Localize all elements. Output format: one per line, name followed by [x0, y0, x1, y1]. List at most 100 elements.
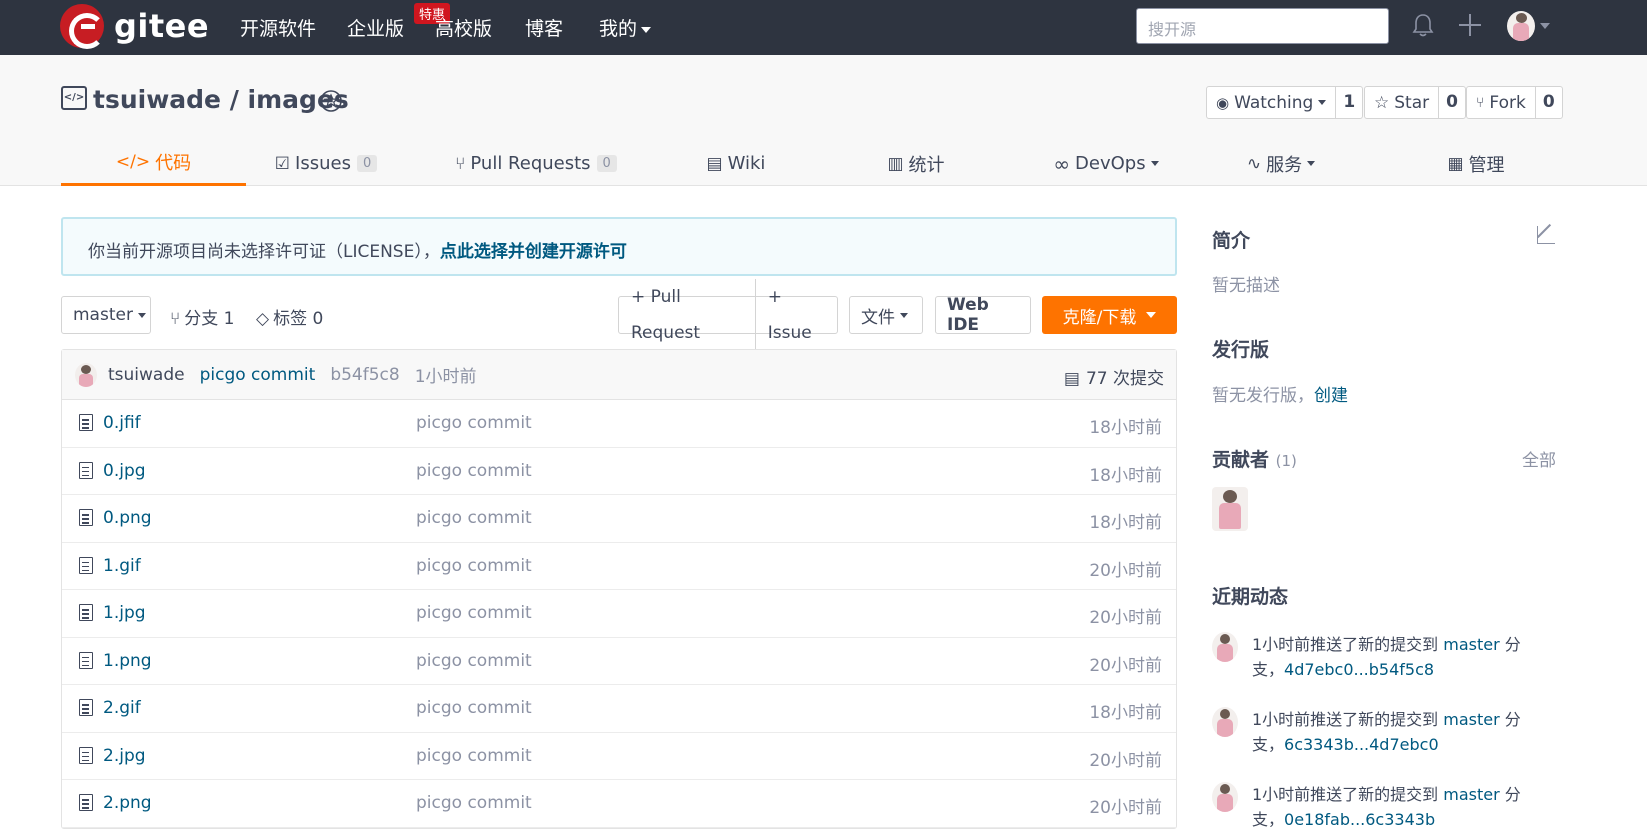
branches-label: 分支 1: [184, 309, 235, 329]
file-row[interactable]: 0.jpg picgo commit 18小时前: [62, 448, 1176, 495]
file-name[interactable]: 2.png: [103, 793, 152, 813]
file-name[interactable]: 0.jpg: [103, 461, 146, 481]
activity-commit-range-link[interactable]: 4d7ebc0...b54f5c8: [1284, 660, 1434, 679]
file-name[interactable]: 2.jpg: [103, 746, 146, 766]
file-icon: [79, 604, 93, 621]
file-row[interactable]: 2.gif picgo commit 18小时前: [62, 685, 1176, 733]
new-pull-request-button[interactable]: + Pull Request: [619, 279, 756, 351]
watch-button-group[interactable]: ◉ Watching 1: [1206, 86, 1364, 119]
author-avatar[interactable]: [75, 362, 97, 387]
plus-icon[interactable]: [1459, 14, 1481, 36]
tab-pull-requests[interactable]: ⑂ Pull Requests 0: [451, 141, 621, 186]
commit-author[interactable]: tsuiwade: [108, 365, 185, 385]
tab-stats[interactable]: ▥ 统计: [861, 141, 971, 186]
activity-branch-link[interactable]: master: [1443, 785, 1499, 804]
file-menu-button[interactable]: 文件: [849, 296, 923, 334]
activity-branch-link[interactable]: master: [1443, 710, 1499, 729]
file-commit-message[interactable]: picgo commit: [416, 461, 532, 481]
nav-open-source[interactable]: 开源软件: [240, 14, 316, 41]
create-license-link[interactable]: 点此选择并创建开源许可: [440, 242, 627, 262]
fork-count[interactable]: 0: [1534, 87, 1562, 118]
file-row[interactable]: 1.jpg picgo commit 20小时前: [62, 590, 1176, 638]
star-button-group[interactable]: ☆ Star 0: [1364, 86, 1466, 119]
tab-issues[interactable]: ☑ Issues 0: [251, 141, 401, 186]
tags-link[interactable]: ◇ 标签 0: [256, 304, 323, 329]
file-commit-message[interactable]: picgo commit: [416, 698, 532, 718]
file-row[interactable]: 0.png picgo commit 18小时前: [62, 495, 1176, 543]
branches-link[interactable]: ⑂ 分支 1: [170, 304, 234, 329]
activity-commit-range-link[interactable]: 0e18fab...6c3343b: [1284, 810, 1435, 829]
pulse-icon: ∿: [1246, 153, 1262, 174]
activity-avatar[interactable]: [1212, 782, 1238, 812]
file-icon: [79, 699, 93, 716]
file-commit-message[interactable]: picgo commit: [416, 508, 532, 528]
activity-avatar[interactable]: [1212, 632, 1238, 662]
file-row[interactable]: 1.gif picgo commit 20小时前: [62, 543, 1176, 590]
file-name[interactable]: 1.jpg: [103, 603, 146, 623]
tab-services[interactable]: ∿ 服务: [1226, 141, 1336, 186]
nav-blog[interactable]: 博客: [525, 14, 563, 41]
nav-enterprise[interactable]: 企业版: [347, 14, 404, 41]
commit-message[interactable]: picgo commit: [200, 365, 316, 385]
file-icon: [79, 461, 93, 479]
file-commit-message[interactable]: picgo commit: [416, 556, 532, 576]
star-count[interactable]: 0: [1438, 87, 1465, 118]
gitee-logo-icon: [60, 4, 105, 49]
repo-title[interactable]: tsuiwade / images: [93, 85, 349, 114]
tab-devops[interactable]: ∞ DevOps: [1031, 141, 1181, 186]
file-name[interactable]: 1.png: [103, 651, 152, 671]
tab-wiki[interactable]: ▤ Wiki: [681, 141, 791, 186]
file-name[interactable]: 0.png: [103, 508, 152, 528]
file-commit-time: 18小时前: [1089, 513, 1162, 533]
bell-icon[interactable]: [1412, 13, 1434, 37]
file-row[interactable]: 0.jfif picgo commit 18小时前: [62, 400, 1176, 448]
tab-code-label: 代码: [155, 153, 192, 174]
file-name[interactable]: 1.gif: [103, 556, 141, 576]
activity-branch-link[interactable]: master: [1443, 635, 1499, 654]
file-commit-time: 18小时前: [1089, 703, 1162, 723]
chevron-down-icon: [1307, 161, 1316, 166]
file-name[interactable]: 0.jfif: [103, 413, 141, 433]
file-commit-message[interactable]: picgo commit: [416, 651, 532, 671]
activity-title: 近期动态: [1212, 586, 1289, 608]
tag-icon: ◇: [256, 309, 270, 329]
activity-avatar[interactable]: [1212, 707, 1238, 737]
commit-sha[interactable]: b54f5c8: [330, 365, 399, 385]
file-commit-time: 20小时前: [1089, 655, 1162, 676]
eye-icon: ◉: [1216, 93, 1230, 112]
file-commit-message[interactable]: picgo commit: [416, 746, 532, 766]
contributors-all-link[interactable]: 全部: [1522, 446, 1556, 471]
tab-services-label: 服务: [1266, 154, 1303, 176]
tab-code[interactable]: </> 代码: [61, 141, 246, 186]
issues-icon: ☑: [274, 153, 291, 174]
watch-count[interactable]: 1: [1335, 87, 1362, 118]
web-ide-button[interactable]: Web IDE: [935, 295, 1031, 335]
nav-mine[interactable]: 我的: [599, 14, 652, 41]
commit-count-link[interactable]: ▤ 77 次提交: [1064, 364, 1164, 389]
nav-university[interactable]: 高校版: [435, 14, 492, 41]
tab-manage-label: 管理: [1468, 154, 1505, 176]
file-name[interactable]: 2.gif: [103, 698, 141, 718]
file-commit-message[interactable]: picgo commit: [416, 603, 532, 623]
recommend-badge-icon[interactable]: [318, 89, 344, 115]
contributor-avatar[interactable]: [1212, 487, 1248, 531]
book-icon: ▤: [706, 153, 723, 174]
file-row[interactable]: 2.png picgo commit 20小时前: [62, 780, 1176, 828]
activity-commit-range-link[interactable]: 6c3343b...4d7ebc0: [1284, 735, 1439, 754]
edit-icon[interactable]: [1537, 226, 1555, 244]
gitee-logo[interactable]: gitee: [60, 4, 209, 49]
new-issue-button[interactable]: + Issue: [756, 279, 837, 351]
search-input[interactable]: 搜开源: [1136, 8, 1389, 44]
chevron-down-icon[interactable]: [1540, 23, 1550, 29]
release-title: 发行版: [1212, 339, 1270, 361]
file-commit-message[interactable]: picgo commit: [416, 413, 532, 433]
file-row[interactable]: 2.jpg picgo commit 20小时前: [62, 733, 1176, 780]
branch-select[interactable]: master: [61, 296, 151, 334]
user-avatar[interactable]: [1507, 11, 1535, 41]
clone-download-button[interactable]: 克隆/下载: [1042, 296, 1177, 334]
create-release-link[interactable]: 创建: [1314, 386, 1348, 406]
fork-button-group[interactable]: ⑂ Fork 0: [1466, 86, 1563, 119]
tab-manage[interactable]: ▦ 管理: [1421, 141, 1531, 186]
file-commit-message[interactable]: picgo commit: [416, 793, 532, 813]
file-row[interactable]: 1.png picgo commit 20小时前: [62, 638, 1176, 685]
